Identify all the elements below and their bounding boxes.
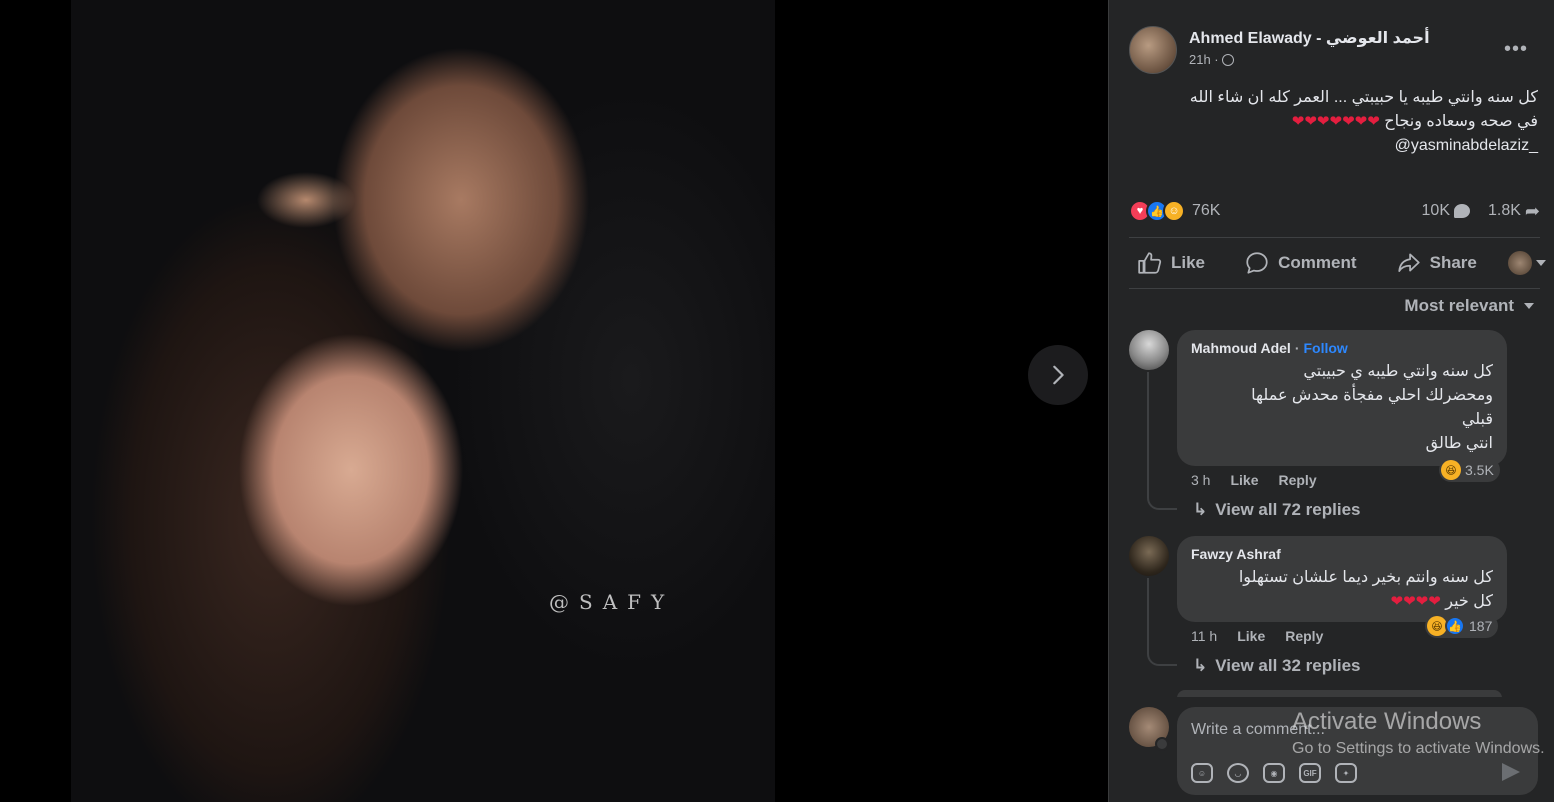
comment-text-line: كل سنه وانتي طيبه ي حبيبتي	[1303, 363, 1493, 380]
thread-line	[1147, 372, 1177, 510]
comment-reply-button[interactable]: Reply	[1278, 472, 1316, 488]
comment-count-button[interactable]: 10K	[1422, 202, 1470, 220]
next-photo-button[interactable]	[1028, 345, 1088, 405]
more-options-button[interactable]: •••	[1504, 38, 1528, 61]
commenter-name[interactable]: Mahmoud Adel	[1191, 340, 1291, 356]
divider	[1129, 288, 1540, 289]
separator-dot: ·	[1294, 340, 1300, 356]
haha-reaction-icon: 😆	[1427, 616, 1447, 636]
thread-line	[1147, 578, 1177, 666]
care-reaction-icon: ☺	[1163, 200, 1185, 222]
commenter-avatar[interactable]	[1129, 536, 1169, 576]
post-time[interactable]: 21h ·	[1189, 52, 1219, 67]
viewer-avatar	[1507, 251, 1532, 275]
comment-reaction-count: 3.5K	[1465, 462, 1494, 478]
comment-text-line: كل سنه وانتم بخير ديما علشان تستهلوا	[1238, 569, 1493, 586]
comment-like-button[interactable]: Like	[1230, 472, 1258, 488]
comment-sort-dropdown[interactable]: Most relevant	[1404, 296, 1534, 316]
comment-meta: 11 h Like Reply	[1191, 628, 1323, 644]
photo-viewer: @SAFY	[0, 0, 1108, 802]
author-name[interactable]: Ahmed Elawady - أحمد العوضي	[1189, 28, 1430, 48]
post-header: Ahmed Elawady - أحمد العوضي 21h ·	[1129, 26, 1430, 74]
view-replies-button[interactable]: ↳ View all 72 replies	[1193, 500, 1360, 520]
post-text-line1: كل سنه وانتي طيبه يا حبيبتي ... العمر كل…	[1189, 89, 1538, 106]
send-icon[interactable]	[1502, 763, 1520, 781]
divider	[1129, 237, 1540, 238]
like-reaction-icon: 👍	[1445, 616, 1465, 636]
sticker-icon[interactable]: ✦	[1335, 763, 1357, 783]
like-label: Like	[1171, 253, 1206, 272]
reply-arrow-icon: ↳	[1193, 500, 1208, 519]
comment-text: كل سنه وانتم بخير ديما علشان تستهلوا كل …	[1191, 566, 1493, 614]
emoji-icon[interactable]: ◡	[1227, 763, 1249, 783]
comment-reactions[interactable]: 😆 👍 187	[1425, 614, 1499, 638]
reaction-count-button[interactable]: ♥ 👍 ☺ 76K	[1129, 200, 1220, 222]
sort-label: Most relevant	[1404, 296, 1514, 315]
reply-arrow-icon: ↳	[1193, 656, 1208, 675]
post-text: كل سنه وانتي طيبه يا حبيبتي ... العمر كل…	[1128, 86, 1538, 158]
comment-text: كل سنه وانتي طيبه ي حبيبتي ومحضرلك احلي …	[1191, 360, 1493, 456]
share-count-button[interactable]: 1.8K ➦	[1488, 201, 1540, 222]
comment-button[interactable]: Comment	[1236, 250, 1364, 276]
post-action-bar: Like Comment Share	[1129, 240, 1546, 286]
chevron-right-icon	[1053, 365, 1064, 385]
share-icon	[1398, 253, 1420, 272]
comment-time[interactable]: 11 h	[1191, 628, 1217, 644]
comment-input[interactable]	[1191, 717, 1491, 743]
share-button[interactable]: Share	[1388, 250, 1485, 276]
comment-like-button[interactable]: Like	[1237, 628, 1265, 644]
avatar-sticker-icon[interactable]: ☺	[1191, 763, 1213, 783]
composer-divider	[1109, 697, 1554, 707]
comment-meta: 3 h Like Reply	[1191, 472, 1317, 488]
camera-icon[interactable]: ◉	[1263, 763, 1285, 783]
reactions-summary: ♥ 👍 ☺ 76K 10K 1.8K ➦	[1129, 198, 1540, 224]
comment-text-line: انتي طالق	[1425, 435, 1493, 452]
comment-label: Comment	[1278, 253, 1357, 272]
share-count: 1.8K	[1487, 202, 1521, 219]
globe-icon	[1221, 53, 1234, 66]
post-hearts: ❤❤❤❤❤❤❤	[1291, 113, 1380, 130]
like-button[interactable]: Like	[1129, 250, 1213, 276]
comment-item: Mahmoud Adel · Follow كل سنه وانتي طيبه ي …	[1129, 330, 1534, 520]
view-replies-button[interactable]: ↳ View all 32 replies	[1193, 656, 1360, 676]
view-replies-label: View all 72 replies	[1215, 500, 1361, 519]
comment-bubble-icon	[1453, 204, 1470, 218]
comment-hearts: ❤❤❤❤	[1390, 593, 1441, 610]
photo-watermark: @SAFY	[549, 590, 675, 614]
comment-reply-button[interactable]: Reply	[1285, 628, 1323, 644]
commenter-name[interactable]: Fawzy Ashraf	[1191, 546, 1281, 562]
post-photo[interactable]: @SAFY	[71, 0, 775, 802]
post-text-line2: في صحه وسعاده ونجاح	[1384, 113, 1538, 130]
author-avatar[interactable]	[1129, 26, 1177, 74]
comment-text-line: قبلي	[1461, 411, 1493, 428]
post-side-panel: Ahmed Elawady - أحمد العوضي 21h · ••• كل…	[1108, 0, 1554, 802]
post-as-selector[interactable]	[1507, 251, 1546, 275]
reaction-count: 76K	[1192, 202, 1221, 219]
comment-reaction-count: 187	[1469, 618, 1493, 634]
comment-reactions[interactable]: 😆 3.5K	[1439, 458, 1500, 482]
comment-time[interactable]: 3 h	[1191, 472, 1210, 488]
comment-icon	[1246, 252, 1268, 274]
composer-tools: ☺ ◡ ◉ GIF ✦	[1191, 763, 1357, 783]
chevron-down-icon[interactable]	[1155, 737, 1169, 751]
comment-input-box[interactable]: ☺ ◡ ◉ GIF ✦	[1177, 707, 1538, 795]
comment-item: Fawzy Ashraf كل سنه وانتم بخير ديما علشا…	[1129, 536, 1534, 656]
follow-button[interactable]: Follow	[1303, 340, 1347, 356]
post-mention-link[interactable]: @yasminabdelaziz_	[1128, 134, 1538, 158]
haha-reaction-icon: 😆	[1441, 460, 1461, 480]
share-label: Share	[1429, 253, 1477, 272]
comment-bubble: Mahmoud Adel · Follow كل سنه وانتي طيبه ي …	[1177, 330, 1507, 466]
comment-text-line: ومحضرلك احلي مفجأة محدش عملها	[1251, 387, 1493, 404]
view-replies-label: View all 32 replies	[1215, 656, 1361, 675]
comment-count: 10K	[1421, 202, 1450, 219]
comment-text-line: كل خير	[1445, 593, 1493, 610]
comment-bubble: Fawzy Ashraf كل سنه وانتم بخير ديما علشا…	[1177, 536, 1507, 622]
caret-down-icon	[1535, 260, 1546, 266]
gif-icon[interactable]: GIF	[1299, 763, 1321, 783]
share-arrow-icon: ➦	[1524, 200, 1540, 221]
caret-down-icon	[1524, 303, 1534, 309]
commenter-avatar[interactable]	[1129, 330, 1169, 370]
thumbs-up-icon	[1138, 252, 1162, 274]
